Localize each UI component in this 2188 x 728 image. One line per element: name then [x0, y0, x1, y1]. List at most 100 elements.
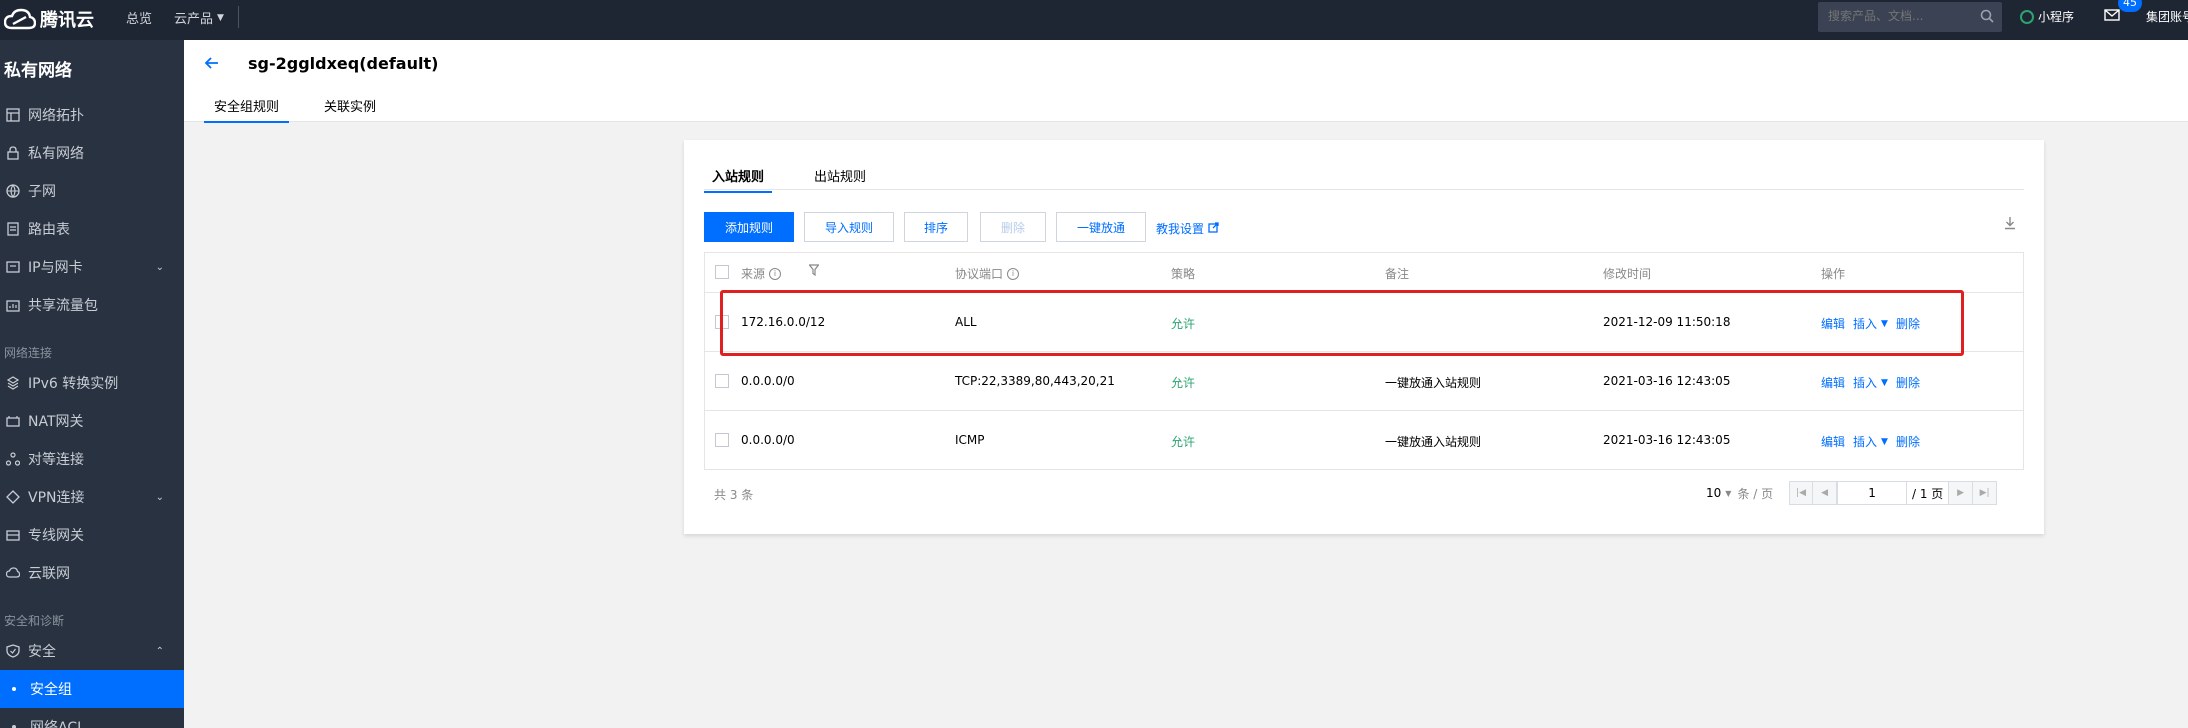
last-page-icon[interactable]: ▶| [1973, 481, 1998, 505]
row-policy: 允许 [1171, 376, 1196, 390]
sidebar-item-label: 云联网 [28, 566, 70, 582]
sidebar-item-security-group[interactable]: 安全组 [0, 670, 184, 708]
edit-link[interactable]: 编辑 [1821, 433, 1845, 450]
nic-icon [6, 260, 20, 274]
search-icon[interactable] [1980, 9, 1994, 27]
external-link-icon [1208, 221, 1219, 236]
allow-all-button[interactable]: 一键放通 [1056, 212, 1146, 242]
sidebar-item-ip-nic[interactable]: IP与网卡 ⌄ [0, 248, 184, 286]
mini-program-label: 小程序 [2038, 10, 2075, 24]
select-all-checkbox[interactable] [715, 265, 729, 279]
total-pages-label: / 1 页 [1907, 481, 1950, 505]
sidebar-group-connect: 网络连接 [4, 346, 53, 360]
column-protocol-port: 协议端口 i [955, 265, 1020, 282]
mini-program-link[interactable]: 小程序 [2020, 8, 2074, 25]
info-icon[interactable]: i [769, 267, 782, 280]
sidebar-item-route-table[interactable]: 路由表 [0, 210, 184, 248]
ipv6-icon [6, 376, 20, 390]
sidebar-item-label: 安全组 [30, 682, 72, 698]
page-size-select[interactable]: 10 ▼ [1706, 486, 1731, 500]
row-policy: 允许 [1171, 435, 1196, 449]
nav-products-label: 云产品 [174, 12, 214, 27]
add-rule-button[interactable]: 添加规则 [704, 212, 794, 242]
column-label: 来源 [741, 267, 766, 281]
brand-logo[interactable]: 腾讯云 [4, 6, 94, 32]
caret-down-icon[interactable]: ▼ [1881, 378, 1888, 388]
table-header: 来源 i 协议端口 i 策略 备注 修改时间 操作 [705, 253, 2023, 293]
top-bar: 腾讯云 总览 云产品 ▼ 小程序 45 集团账号 [0, 0, 2188, 40]
nav-products[interactable]: 云产品 ▼ [174, 8, 224, 27]
delete-link[interactable]: 删除 [1896, 374, 1920, 391]
download-icon[interactable] [2004, 216, 2016, 234]
global-search[interactable] [1818, 2, 2002, 32]
next-page-icon[interactable]: ▶ [1949, 481, 1974, 505]
info-icon[interactable]: i [1007, 267, 1020, 280]
sidebar-item-network-acl[interactable]: 网络ACL [0, 708, 184, 728]
sidebar-item-label: 私有网络 [28, 146, 84, 162]
row-modified-time: 2021-03-16 12:43:05 [1603, 374, 1731, 388]
sidebar-item-subnet[interactable]: 子网 [0, 172, 184, 210]
sidebar-item-label: 对等连接 [28, 452, 84, 468]
search-input[interactable] [1828, 9, 1978, 23]
delete-button[interactable]: 删除 [980, 212, 1046, 242]
chevron-down-icon: ⌄ [155, 261, 164, 273]
sidebar-item-nat[interactable]: NAT网关 [0, 402, 184, 440]
per-page-label: 条 / 页 [1737, 486, 1774, 501]
sidebar-item-vpn[interactable]: VPN连接 ⌄ [0, 478, 184, 516]
back-arrow-icon[interactable] [204, 55, 220, 75]
sidebar: 私有网络 网络拓扑 私有网络 子网 路由表 IP与网卡 ⌄ 共享流量包 网络连接… [0, 40, 184, 728]
column-remark: 备注 [1385, 267, 1410, 281]
mail-icon [2104, 9, 2120, 21]
sidebar-item-topology[interactable]: 网络拓扑 [0, 96, 184, 134]
edit-link[interactable]: 编辑 [1821, 374, 1845, 391]
nav-overview[interactable]: 总览 [126, 8, 152, 27]
active-dot-icon [12, 687, 16, 691]
mail-button[interactable] [2104, 9, 2120, 25]
page-title: sg-2ggldxeq(default) [248, 54, 439, 73]
total-count: 共 3 条 [714, 488, 754, 502]
sidebar-item-ccn[interactable]: 云联网 [0, 554, 184, 592]
row-source: 0.0.0.0/0 [741, 374, 795, 388]
topology-icon [6, 108, 20, 122]
page-number-input[interactable] [1837, 481, 1908, 505]
sidebar-item-label: NAT网关 [28, 414, 84, 430]
tab-outbound[interactable]: 出站规则 [806, 166, 874, 191]
mail-count-badge: 45 [2118, 0, 2142, 12]
sort-button[interactable]: 排序 [904, 212, 968, 242]
row-protocol-port: ICMP [955, 433, 985, 447]
sidebar-item-security[interactable]: 安全 ⌃ [0, 632, 184, 670]
row-source: 0.0.0.0/0 [741, 433, 795, 447]
package-icon [6, 298, 20, 312]
lock-icon [6, 146, 20, 160]
row-remark: 一键放通入站规则 [1385, 435, 1482, 449]
import-rule-button[interactable]: 导入规则 [804, 212, 894, 242]
account-menu[interactable]: 集团账号 [2146, 8, 2188, 25]
sidebar-item-peering[interactable]: 对等连接 [0, 440, 184, 478]
insert-link[interactable]: 插入 [1853, 374, 1877, 391]
cloud-logo-icon [4, 8, 36, 30]
table-row: 0.0.0.0/0 ICMP 允许 一键放通入站规则 2021-03-16 12… [705, 411, 2023, 470]
column-label: 协议端口 [955, 267, 1004, 281]
help-setup-link[interactable]: 教我设置 [1156, 220, 1219, 237]
sidebar-group-security: 安全和诊断 [4, 614, 65, 628]
filter-icon[interactable] [809, 264, 819, 276]
sidebar-item-ipv6[interactable]: IPv6 转换实例 [0, 364, 184, 402]
tab-inbound[interactable]: 入站规则 [704, 166, 773, 193]
column-policy: 策略 [1171, 267, 1196, 281]
sidebar-item-label: 路由表 [28, 222, 70, 238]
caret-down-icon[interactable]: ▼ [1881, 437, 1888, 447]
first-page-icon[interactable]: |◀ [1789, 481, 1814, 505]
tab-security-group-rules[interactable]: 安全组规则 [204, 96, 290, 123]
sidebar-item-dc-gateway[interactable]: 专线网关 [0, 516, 184, 554]
row-checkbox[interactable] [715, 374, 729, 388]
row-checkbox[interactable] [715, 433, 729, 447]
sidebar-item-vpc[interactable]: 私有网络 [0, 134, 184, 172]
rules-table: 来源 i 协议端口 i 策略 备注 修改时间 操作 172.16.0.0/12 … [704, 252, 2024, 470]
sidebar-item-label: VPN连接 [28, 490, 85, 506]
row-protocol-port: TCP:22,3389,80,443,20,21 [955, 374, 1115, 388]
insert-link[interactable]: 插入 [1853, 433, 1877, 450]
delete-link[interactable]: 删除 [1896, 433, 1920, 450]
tab-associated-instances[interactable]: 关联实例 [324, 96, 376, 121]
sidebar-item-shared-traffic[interactable]: 共享流量包 [0, 286, 184, 324]
prev-page-icon[interactable]: ◀ [1813, 481, 1838, 505]
